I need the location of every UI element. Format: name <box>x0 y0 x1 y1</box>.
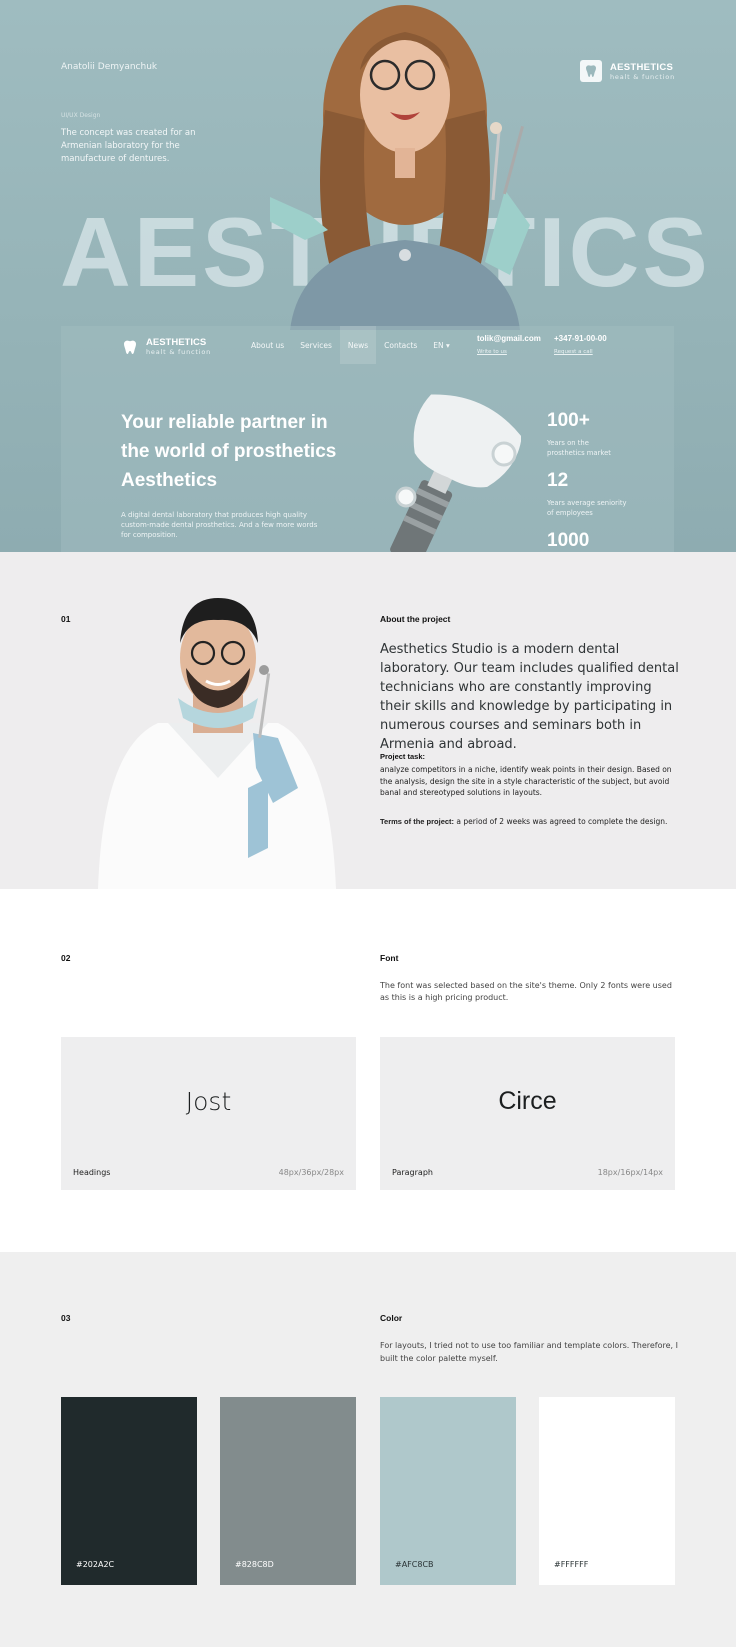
brand-subtitle: healt & function <box>609 72 675 81</box>
stat-item: 1000 <box>547 530 627 552</box>
stat-value: 1000 <box>547 530 590 551</box>
mockup-headline: Your reliable partner in the world of pr… <box>121 412 337 491</box>
stat-item: 100+ Years on the prosthetics market <box>547 410 627 458</box>
project-task-text: analyze competitors in a niche, identify… <box>380 765 672 797</box>
project-terms: Terms of the project: a period of 2 week… <box>380 816 680 827</box>
phone-text: +347-91-00-00 <box>554 334 607 343</box>
font-description: The font was selected based on the site'… <box>380 981 672 1002</box>
website-mockup: AESTHETICS healt & function About us Ser… <box>61 326 674 552</box>
color-swatch-dark: #202A2C <box>61 1397 197 1585</box>
font-sample: Circe <box>498 1087 557 1115</box>
font-heading: Font <box>380 953 399 963</box>
font-sizes: 18px/16px/14px <box>597 1168 663 1177</box>
color-description: For layouts, I tried not to use too fami… <box>380 1341 678 1363</box>
font-sample: Jost <box>185 1087 232 1116</box>
color-heading: Color <box>380 1313 403 1323</box>
stat-value: 100+ <box>547 410 590 431</box>
hero-section: Anatolii Demyanchuk UI/UX Design The con… <box>0 0 736 552</box>
mockup-description: A digital dental laboratory that produce… <box>121 511 318 539</box>
author-name: Anatolii Demyanchuk <box>61 62 158 72</box>
font-section: 02 Font The font was selected based on t… <box>0 889 736 1252</box>
mockup-email: tolik@gmail.com Write to us <box>477 334 541 355</box>
swatch-hex-label: #828C8D <box>235 1560 274 1569</box>
write-to-us-link[interactable]: Write to us <box>477 349 541 355</box>
dentist-man-image <box>98 598 336 889</box>
hero-brand-logo[interactable]: AESTHETICS healt & function <box>579 60 675 82</box>
project-task-heading: Project task: <box>380 752 426 761</box>
section-number: 03 <box>61 1313 71 1323</box>
about-section: 01 About the project Aesthetics Studio i… <box>0 552 736 889</box>
hero-tagline: UI/UX Design <box>61 112 101 119</box>
color-section: 03 Color For layouts, I tried not to use… <box>0 1252 736 1647</box>
mockup-logo-sub: healt & function <box>146 348 212 356</box>
swatch-hex-label: #AFC8CB <box>395 1560 434 1569</box>
section-number: 02 <box>61 953 71 963</box>
font-card-paragraph: Circe Paragraph 18px/16px/14px <box>380 1037 675 1190</box>
color-swatch-gray: #828C8D <box>220 1397 356 1585</box>
nav-news[interactable]: News <box>339 326 377 364</box>
stat-label: Years average seniority of employees <box>547 499 627 517</box>
dentist-woman-image <box>270 5 530 330</box>
stat-item: 12 Years average seniority of employees <box>547 470 627 518</box>
stat-value: 12 <box>547 470 569 491</box>
terms-text: a period of 2 weeks was agreed to comple… <box>454 817 668 826</box>
mockup-phone: +347-91-00-00 Request a call <box>554 334 607 355</box>
dental-implant-image <box>390 394 521 552</box>
swatch-hex-label: #FFFFFF <box>554 1560 589 1569</box>
swatch-hex-label: #202A2C <box>76 1560 115 1569</box>
mockup-navbar: AESTHETICS healt & function About us Ser… <box>61 326 674 366</box>
stat-label: Years on the prosthetics market <box>547 439 611 457</box>
mockup-logo[interactable]: AESTHETICS healt & function <box>123 337 211 356</box>
terms-label: Terms of the project: <box>380 817 455 826</box>
nav-services[interactable]: Services <box>292 326 340 364</box>
about-heading: About the project <box>380 614 451 624</box>
nav-about[interactable]: About us <box>243 326 292 364</box>
color-swatch-blue: #AFC8CB <box>380 1397 516 1585</box>
about-lead-text: Aesthetics Studio is a modern dental lab… <box>380 642 679 752</box>
font-card-headings: Jost Headings 48px/36px/28px <box>61 1037 356 1190</box>
brand-name: AESTHETICS <box>609 61 674 73</box>
request-call-link[interactable]: Request a call <box>554 349 607 355</box>
mockup-stats: 100+ Years on the prosthetics market 12 … <box>547 410 627 552</box>
font-usage-label: Headings <box>73 1168 111 1177</box>
language-select[interactable]: EN ▾ <box>425 326 458 364</box>
mockup-logo-name: AESTHETICS <box>146 337 207 348</box>
nav-contacts[interactable]: Contacts <box>376 326 425 364</box>
color-swatch-white: #FFFFFF <box>539 1397 675 1585</box>
tooth-icon <box>579 60 602 82</box>
email-text: tolik@gmail.com <box>477 334 541 343</box>
hero-description: The concept was created for an Armenian … <box>61 128 196 164</box>
font-usage-label: Paragraph <box>392 1168 433 1177</box>
tooth-icon <box>124 340 136 354</box>
font-sizes: 48px/36px/28px <box>278 1168 344 1177</box>
section-number: 01 <box>61 614 71 624</box>
